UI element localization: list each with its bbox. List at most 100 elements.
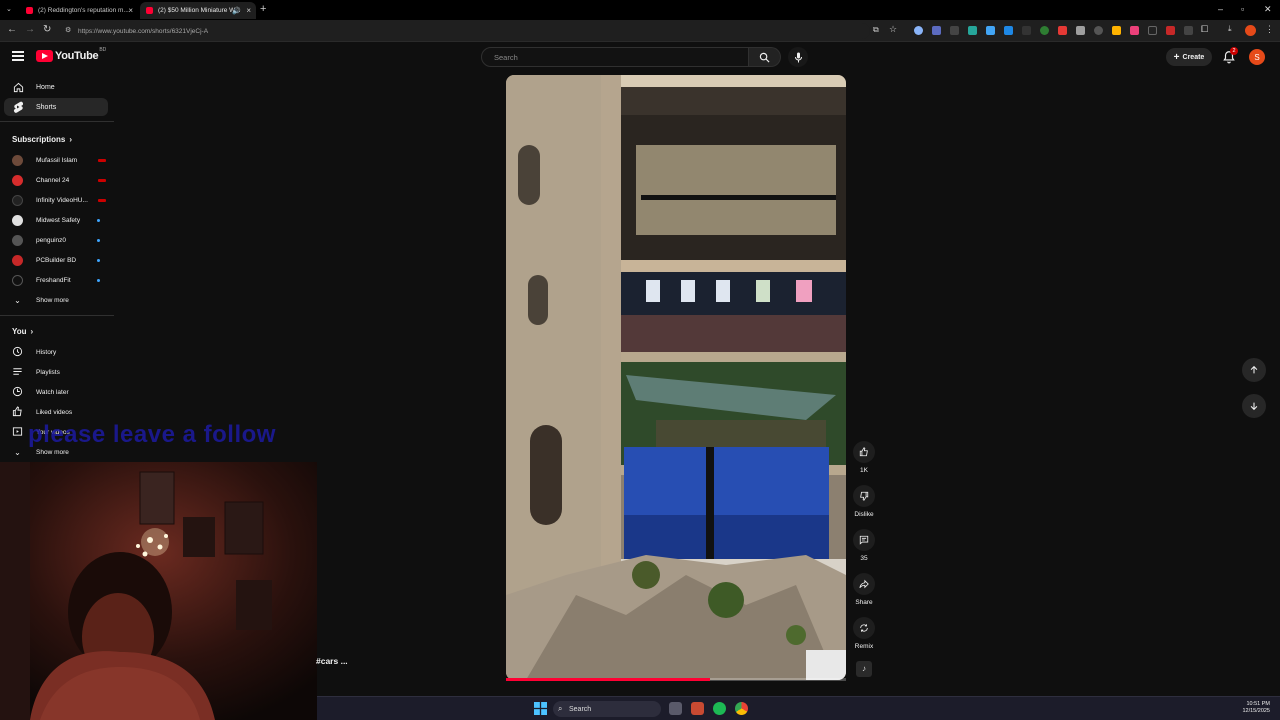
channel-avatar [12, 274, 23, 286]
minimize-window-button[interactable]: – [1218, 4, 1223, 14]
next-short-button[interactable] [1242, 394, 1266, 418]
address-bar[interactable]: ⚙ https://www.youtube.com/shorts/6321Vje… [60, 23, 870, 39]
media-app-icon[interactable] [691, 702, 704, 715]
url-text: https://www.youtube.com/shorts/6321VjeCj… [78, 27, 209, 35]
extension-icon[interactable] [1112, 26, 1121, 35]
extension-icon[interactable] [1094, 26, 1103, 35]
extension-icon[interactable] [1076, 26, 1085, 35]
chrome-icon[interactable] [735, 702, 748, 715]
sidebar-item-liked-videos[interactable]: Liked videos [12, 405, 112, 419]
taskbar-clock[interactable]: 10:51 PM 12/15/2025 [1242, 701, 1270, 715]
chevron-down-icon: ⌄ [14, 447, 21, 457]
new-tab-button[interactable]: + [260, 3, 266, 15]
sidebar-item-playlists[interactable]: Playlists [12, 365, 112, 379]
extension-icon[interactable] [1004, 26, 1013, 35]
extension-icon[interactable] [1148, 26, 1157, 35]
browser-tab-2[interactable]: (2) $50 Million Miniature W... 🔊 × [140, 2, 256, 19]
extension-icon[interactable] [1166, 26, 1175, 35]
you-heading[interactable]: You › [12, 327, 33, 336]
sidebar-item-history[interactable]: History [12, 345, 112, 359]
search-button[interactable] [749, 47, 781, 67]
back-button[interactable]: ← [7, 24, 17, 35]
forward-button[interactable]: → [25, 24, 35, 35]
subscription-item[interactable]: penguinz0 [12, 233, 112, 247]
shorts-icon [12, 101, 24, 113]
short-caption-tag[interactable]: #cars ... [316, 656, 348, 666]
site-info-icon[interactable]: ⚙ [65, 26, 71, 34]
audio-playing-icon[interactable]: 🔊 [232, 7, 241, 15]
comment-icon [853, 529, 875, 551]
extension-icon[interactable] [1040, 26, 1049, 35]
extensions-puzzle-icon[interactable]: ⧠ [1201, 24, 1208, 35]
extension-icon[interactable] [968, 26, 977, 35]
subscription-item[interactable]: FreshandFit [12, 273, 112, 287]
guide-menu-icon[interactable] [12, 51, 24, 61]
windows-start-icon[interactable] [534, 702, 547, 715]
subscription-item[interactable]: Midwest Safety [12, 213, 112, 227]
search-placeholder: Search [494, 52, 518, 62]
subscription-item[interactable]: Channel 24 [12, 173, 112, 187]
channel-avatar [12, 174, 23, 186]
spotify-icon[interactable] [713, 702, 726, 715]
tab-search-icon[interactable]: ⌄ [6, 5, 12, 13]
voice-search-button[interactable] [788, 47, 808, 67]
extension-icon[interactable] [1130, 26, 1139, 35]
task-view-icon[interactable] [669, 702, 682, 715]
channel-avatar [12, 234, 23, 246]
sidebar-item-label: History [36, 348, 57, 356]
audio-track-button[interactable]: ♪ [851, 661, 877, 677]
extension-icon[interactable] [986, 26, 995, 35]
subscriptions-show-more[interactable]: ⌄ Show more [12, 293, 112, 307]
subscription-item[interactable]: Mufassil Islam [12, 153, 112, 167]
plus-icon: + [1173, 51, 1180, 63]
extension-icon[interactable] [950, 26, 959, 35]
share-button[interactable]: Share [851, 573, 877, 606]
browser-tab-1[interactable]: (2) Reddington's reputation m... × [20, 2, 138, 19]
sidebar-divider [0, 315, 114, 316]
video-frame-image [506, 75, 846, 680]
profile-avatar-icon[interactable] [1245, 25, 1256, 36]
short-video-player[interactable] [506, 75, 846, 680]
sidebar-divider [0, 121, 114, 122]
comments-count: 35 [860, 555, 868, 562]
downloads-icon[interactable]: ⤓ [1228, 24, 1232, 34]
youtube-logo[interactable]: YouTube BD [36, 47, 106, 62]
account-avatar[interactable]: S [1249, 49, 1265, 65]
subscription-item[interactable]: Infinity VideoHU... [12, 193, 112, 207]
extension-icon[interactable] [914, 26, 923, 35]
reload-button[interactable]: ↻ [43, 24, 51, 35]
channel-name: Midwest Safety [36, 216, 81, 224]
taskbar-search-box[interactable]: ⌕ Search [553, 701, 661, 717]
maximize-window-button[interactable]: ▫ [1241, 4, 1244, 14]
sidebar-item-watch-later[interactable]: Watch later [12, 385, 112, 399]
close-window-button[interactable]: ✕ [1264, 4, 1272, 15]
cast-icon[interactable]: ⧉ [873, 25, 879, 35]
comments-button[interactable]: 35 [851, 529, 877, 562]
dislike-button[interactable]: Dislike [851, 485, 877, 518]
search-input[interactable]: Search [481, 47, 749, 67]
bookmark-star-icon[interactable]: ☆ [889, 24, 897, 35]
subscription-item[interactable]: PCBuilder BD [12, 253, 112, 267]
channel-avatar [12, 154, 23, 166]
extension-icon[interactable] [1022, 26, 1031, 35]
sidebar-item-shorts[interactable]: Shorts [4, 98, 108, 116]
video-progress-bar[interactable] [506, 678, 846, 681]
sidebar-item-home[interactable]: Home [4, 78, 108, 96]
thumbs-up-icon [853, 441, 875, 463]
like-button[interactable]: 1K [851, 441, 877, 474]
new-content-dot-icon [97, 218, 100, 222]
browser-tab-strip: ⌄ (2) Reddington's reputation m... × (2)… [0, 0, 1280, 20]
subscriptions-heading[interactable]: Subscriptions › [12, 135, 72, 144]
live-indicator-icon [98, 158, 106, 162]
youtube-favicon-icon [26, 7, 33, 14]
extension-icon[interactable] [1184, 26, 1193, 35]
close-tab-icon[interactable]: × [128, 6, 133, 15]
browser-menu-icon[interactable]: ⋮ [1265, 24, 1274, 35]
extension-icon[interactable] [1058, 26, 1067, 35]
remix-button[interactable]: Remix [851, 617, 877, 650]
create-button[interactable]: + Create [1166, 48, 1212, 66]
channel-name: FreshandFit [36, 276, 71, 284]
close-tab-icon[interactable]: × [246, 6, 251, 15]
previous-short-button[interactable] [1242, 358, 1266, 382]
extension-icon[interactable] [932, 26, 941, 35]
